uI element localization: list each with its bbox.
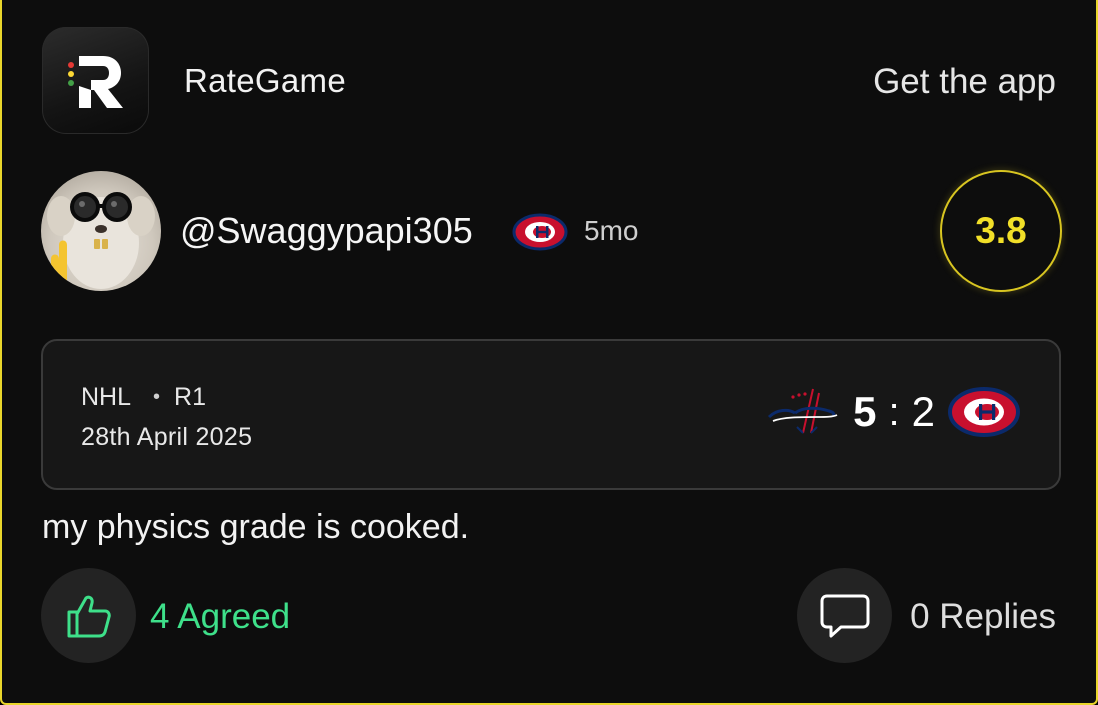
score-display: 5 : 2 [767, 377, 1021, 447]
agree-button[interactable] [41, 568, 136, 663]
league-separator: • [153, 386, 161, 408]
brand-name: RateGame [184, 62, 346, 99]
league-round-line: NHL • R1 [81, 383, 206, 412]
game-card[interactable]: NHL • R1 28th April 2025 5 : 2 [41, 339, 1061, 490]
home-score: 5 [853, 388, 877, 435]
agree-count-label[interactable]: 4 Agreed [150, 597, 290, 637]
canadiens-logo-icon [512, 212, 568, 257]
review-card-frame: RateGame Get the app @Swaggypapi305 5mo … [0, 0, 1098, 705]
rating-badge: 3.8 [940, 170, 1062, 292]
game-date: 28th April 2025 [81, 423, 253, 451]
replies-count-label[interactable]: 0 Replies [910, 597, 1056, 637]
rategame-logo-icon [67, 55, 123, 108]
league-name: NHL [81, 383, 132, 411]
get-the-app-link[interactable]: Get the app [873, 62, 1056, 102]
canadiens-logo-icon [947, 385, 1021, 439]
score-separator: : [888, 389, 900, 434]
username[interactable]: @Swaggypapi305 [180, 210, 473, 252]
user-avatar[interactable] [41, 171, 161, 291]
post-time-ago: 5mo [584, 215, 639, 246]
capitals-logo-icon [767, 387, 839, 437]
rating-value: 3.8 [975, 210, 1027, 251]
review-comment: my physics grade is cooked. [42, 508, 470, 546]
dog-meme-avatar-image [47, 192, 155, 291]
away-score: 2 [911, 388, 935, 435]
rategame-app-icon[interactable] [42, 27, 149, 134]
replies-button[interactable] [797, 568, 892, 663]
round-label: R1 [174, 383, 206, 411]
thumbs-up-icon [67, 595, 111, 637]
speech-bubble-icon [820, 594, 869, 637]
